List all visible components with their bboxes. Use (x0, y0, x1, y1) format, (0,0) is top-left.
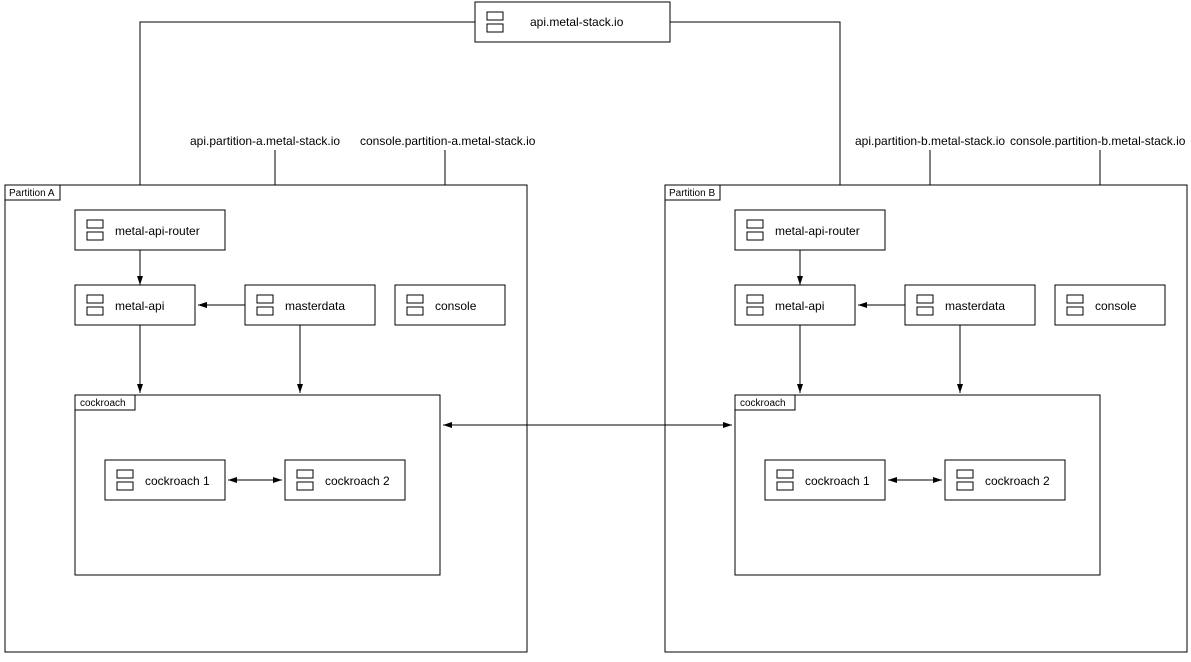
svg-text:cockroach 2: cockroach 2 (325, 474, 390, 488)
partition-b-title: Partition B (669, 188, 715, 199)
svg-text:cockroach 1: cockroach 1 (145, 474, 210, 488)
svg-text:metal-api: metal-api (115, 299, 164, 313)
component-top-api: api.metal-stack.io (475, 2, 670, 42)
svg-text:masterdata: masterdata (285, 299, 345, 313)
svg-text:metal-api-router: metal-api-router (115, 224, 200, 238)
component-a-api: metal-api (75, 285, 195, 325)
component-b-console: console (1055, 285, 1165, 325)
partition-a-title: Partition A (9, 188, 55, 199)
top-api-label: api.metal-stack.io (530, 15, 624, 29)
component-b-db2: cockroach 2 (945, 460, 1065, 500)
label-console-a: console.partition-a.metal-stack.io (360, 134, 536, 148)
component-b-api: metal-api (735, 285, 855, 325)
component-b-db1: cockroach 1 (765, 460, 885, 500)
component-a-console: console (395, 285, 505, 325)
svg-text:console: console (435, 299, 477, 313)
svg-text:metal-api: metal-api (775, 299, 824, 313)
svg-text:cockroach: cockroach (80, 398, 126, 409)
svg-text:cockroach 2: cockroach 2 (985, 474, 1050, 488)
component-a-router: metal-api-router (75, 210, 225, 250)
line-top-to-b (670, 22, 840, 208)
component-b-master: masterdata (905, 285, 1035, 325)
label-api-a: api.partition-a.metal-stack.io (190, 134, 340, 148)
component-a-db1: cockroach 1 (105, 460, 225, 500)
component-b-router: metal-api-router (735, 210, 885, 250)
svg-text:console: console (1095, 299, 1137, 313)
label-console-b: console.partition-b.metal-stack.io (1010, 134, 1186, 148)
component-a-db2: cockroach 2 (285, 460, 405, 500)
line-top-to-a (140, 22, 475, 208)
svg-text:metal-api-router: metal-api-router (775, 224, 860, 238)
label-api-b: api.partition-b.metal-stack.io (855, 134, 1005, 148)
svg-text:masterdata: masterdata (945, 299, 1005, 313)
svg-text:cockroach 1: cockroach 1 (805, 474, 870, 488)
svg-text:cockroach: cockroach (740, 398, 786, 409)
component-a-master: masterdata (245, 285, 375, 325)
